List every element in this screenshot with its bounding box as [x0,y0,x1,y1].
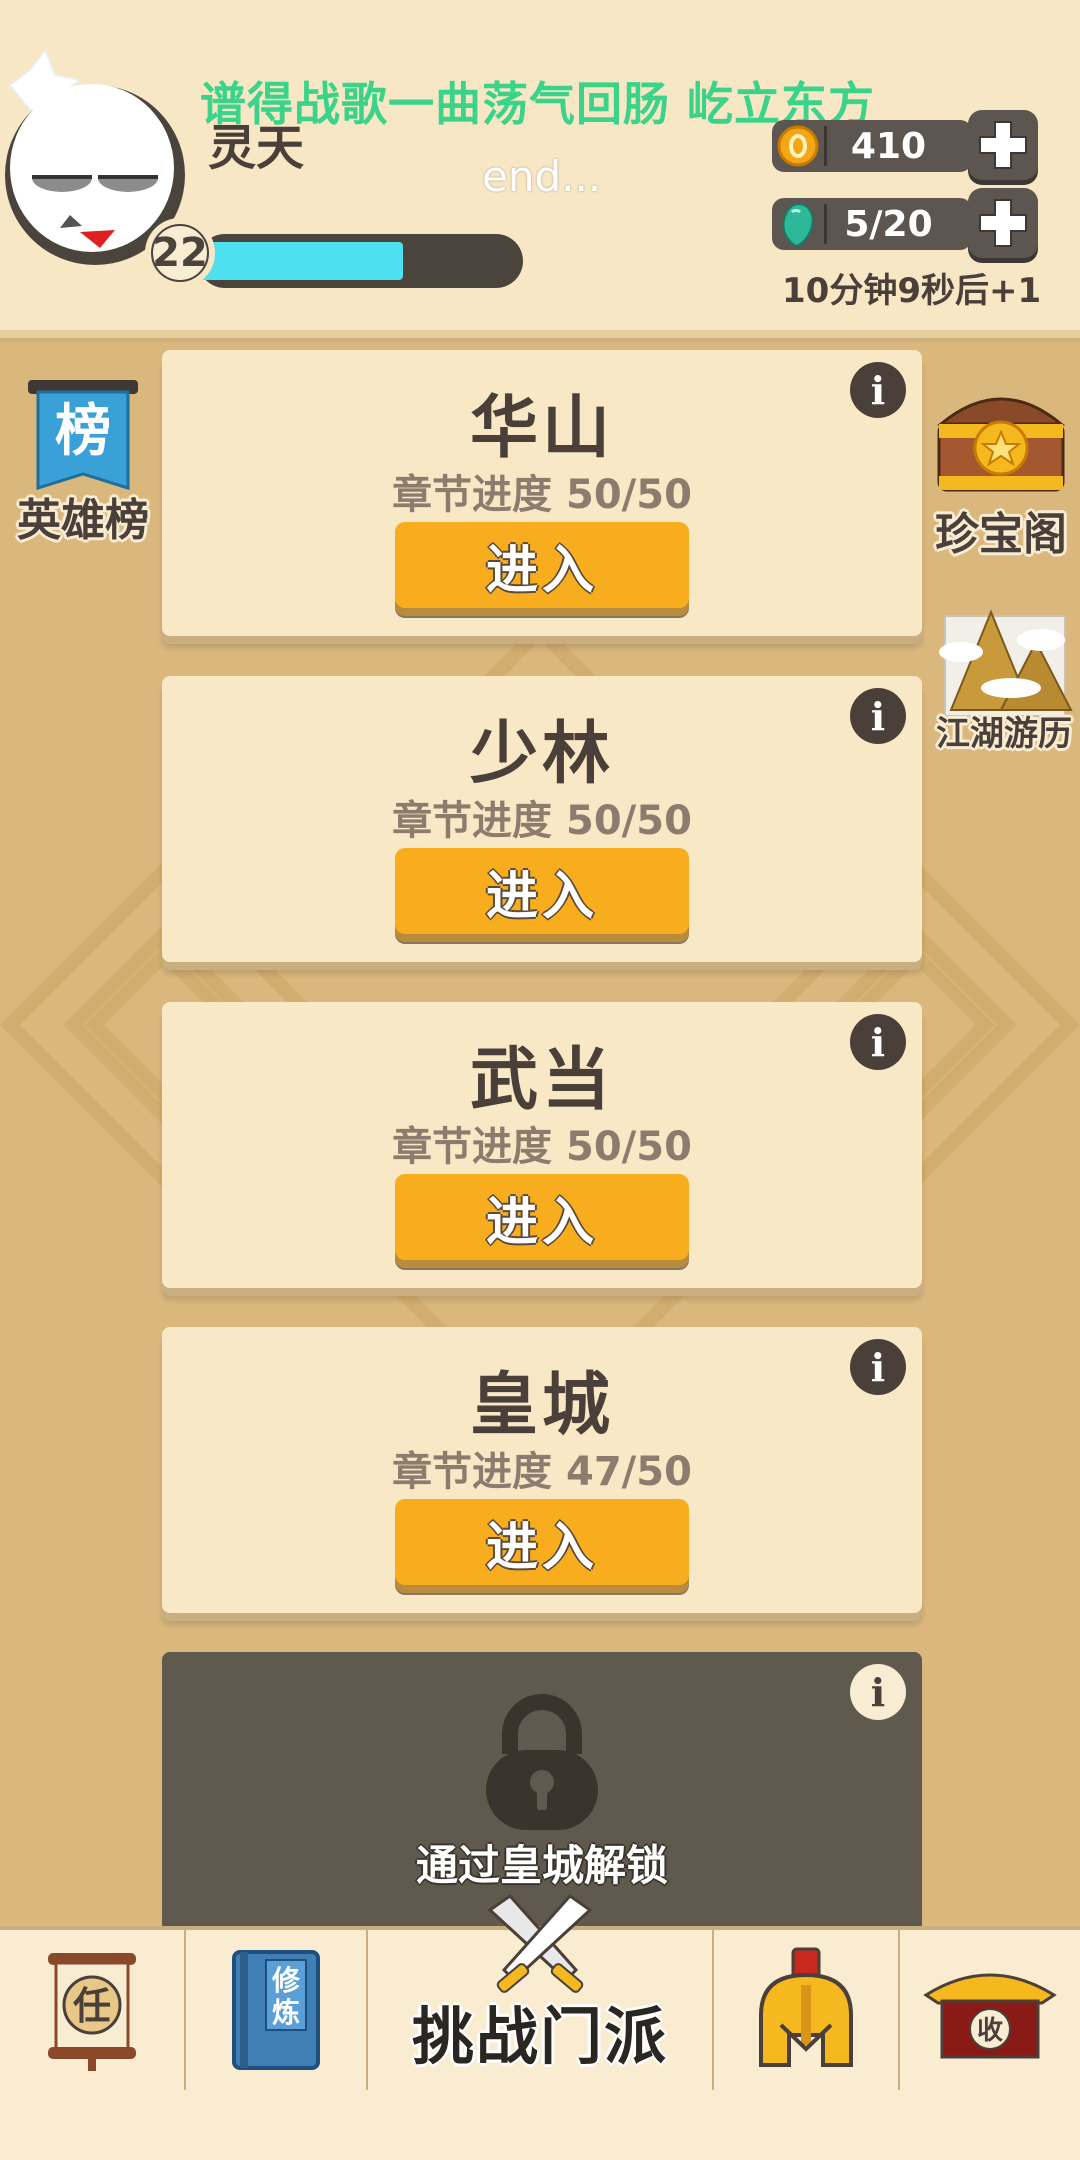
info-icon[interactable]: i [850,1014,906,1070]
cultivate-char-2: 炼 [272,1996,300,2029]
house-icon: 收 [923,1973,1057,2059]
nav-cultivate[interactable]: 修 炼 [186,1930,368,2090]
treasure-pavilion-button[interactable]: 珍宝阁 [928,384,1074,562]
enter-button[interactable]: 进入 [395,1499,689,1585]
add-stamina-button[interactable] [968,188,1038,258]
top-status-bar: 谱得战歌一曲荡气回肠 屹立东方 灵天 end... 22 410 5/20 10… [0,0,1080,338]
ranking-label: 英雄榜 [17,495,149,546]
sect-title: 武当 [469,1041,614,1120]
info-icon[interactable]: i [850,1664,906,1720]
nav-collect[interactable]: 收 [900,1930,1080,2090]
add-coins-button[interactable] [968,110,1038,180]
gem-icon [772,198,824,250]
treasure-label: 珍宝阁 [935,509,1067,560]
info-icon[interactable]: i [850,688,906,744]
sect-title: 皇城 [469,1366,614,1445]
book-icon: 修 炼 [232,1950,320,2070]
cultivate-char-1: 修 [271,1964,301,1997]
mountain-icon [939,609,1073,717]
level-badge: 22 [145,218,215,288]
info-icon[interactable]: i [850,1339,906,1395]
plus-icon [979,121,1027,169]
helmet-icon [759,1947,853,2067]
nav-equipment[interactable] [714,1930,900,2090]
nav-task[interactable]: 任 [0,1930,186,2090]
status-text: end... [482,152,602,201]
sect-progress: 章节进度 47/50 [392,1449,692,1495]
sect-card-imperial-city: 皇城 章节进度 47/50 进入 i [162,1327,922,1613]
info-icon[interactable]: i [850,362,906,418]
enter-button[interactable]: 进入 [395,522,689,608]
lock-icon [486,1694,598,1830]
level-value: 22 [152,226,208,280]
coin-icon [772,120,824,172]
ranking-banner-icon: 榜 [28,380,138,491]
task-char: 任 [73,1984,111,2028]
jianghu-travel-button[interactable]: 江湖游历 [928,592,1080,755]
nav-challenge-sect[interactable]: 挑战门派 [368,1894,714,2090]
treasure-chest-icon [936,397,1066,492]
exp-bar-fill [198,242,403,280]
nav-challenge-label: 挑战门派 [411,2000,668,2073]
travel-label: 江湖游历 [936,714,1072,754]
exp-bar [198,234,523,288]
unlock-hint: 通过皇城解锁 [415,1841,668,1890]
hero-ranking-button[interactable]: 榜 英雄榜 [8,378,158,548]
sect-progress: 章节进度 50/50 [392,472,692,518]
stamina-display: 5/20 [772,198,972,250]
bottom-nav: 任 修 炼 挑战门派 收 [0,1894,1080,2094]
sect-card-shaolin: 少林 章节进度 50/50 进入 i [162,676,922,962]
sect-progress: 章节进度 50/50 [392,798,692,844]
coin-value: 410 [850,125,927,167]
sect-progress: 章节进度 50/50 [392,1124,692,1170]
plus-icon [979,199,1027,247]
sect-card-huashan: 华山 章节进度 50/50 进入 i [162,350,922,636]
collect-char: 收 [977,2016,1003,2046]
sect-title: 华山 [469,389,614,468]
crossed-swords-icon [487,1894,593,1993]
player-name: 灵天 [208,120,305,176]
stamina-value: 5/20 [844,203,933,245]
task-scroll-icon: 任 [48,1953,136,2071]
sect-card-wudang: 武当 章节进度 50/50 进入 i [162,1002,922,1288]
coin-display: 410 [772,120,972,172]
enter-button[interactable]: 进入 [395,1174,689,1260]
footer-area [0,2090,1080,2160]
ranking-char: 榜 [55,399,111,464]
stamina-timer: 10分钟9秒后+1 [782,271,1042,311]
sect-title: 少林 [469,715,614,794]
enter-button[interactable]: 进入 [395,848,689,934]
